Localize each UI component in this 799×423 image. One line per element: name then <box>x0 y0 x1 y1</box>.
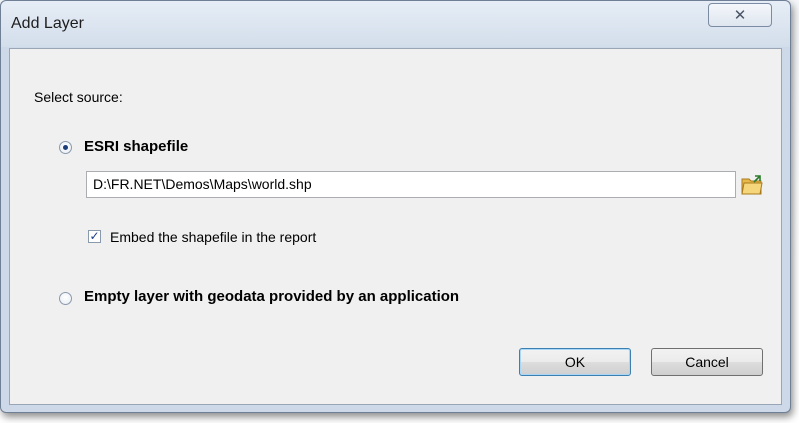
esri-shapefile-label[interactable]: ESRI shapefile <box>84 138 188 155</box>
empty-layer-radio[interactable] <box>59 292 72 305</box>
embed-shapefile-checkbox[interactable]: ✓ <box>88 230 101 243</box>
dialog-client-area: Select source: ESRI shapefile D:\FR.NET\… <box>9 48 782 405</box>
embed-shapefile-label[interactable]: Embed the shapefile in the report <box>110 229 316 245</box>
cancel-button[interactable]: Cancel <box>651 348 763 376</box>
esri-shapefile-radio[interactable] <box>59 141 72 154</box>
open-folder-icon <box>741 174 763 194</box>
ok-button[interactable]: OK <box>519 348 631 376</box>
title-bar[interactable]: Add Layer ✕ <box>1 1 790 47</box>
shapefile-path-input[interactable]: D:\FR.NET\Demos\Maps\world.shp <box>86 171 736 198</box>
close-button[interactable]: ✕ <box>708 3 772 27</box>
checkmark-icon: ✓ <box>89 229 100 243</box>
empty-layer-label[interactable]: Empty layer with geodata provided by an … <box>84 288 459 305</box>
window-title: Add Layer <box>11 15 84 32</box>
add-layer-dialog: Add Layer ✕ Select source: ESRI shapefil… <box>0 0 791 413</box>
close-icon: ✕ <box>733 7 747 24</box>
select-source-label: Select source: <box>34 89 123 105</box>
browse-button[interactable] <box>738 171 766 198</box>
